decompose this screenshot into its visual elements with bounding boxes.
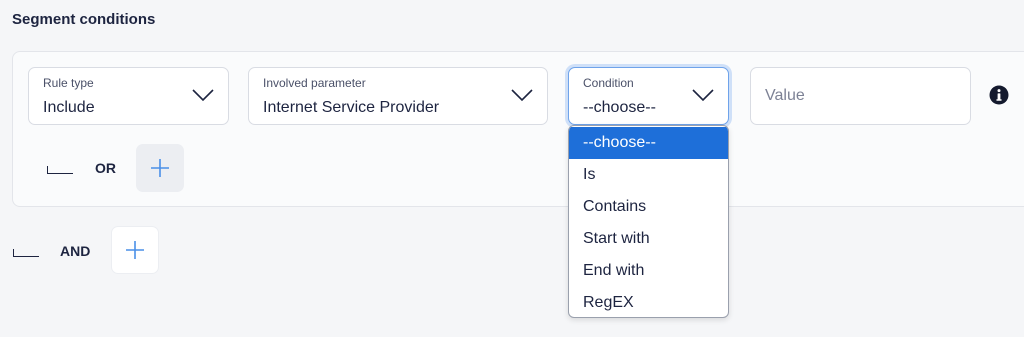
chevron-down-icon bbox=[692, 89, 714, 102]
add-and-condition-button[interactable] bbox=[111, 226, 159, 274]
condition-value: --choose-- bbox=[583, 99, 656, 116]
involved-parameter-label: Involved parameter bbox=[263, 76, 366, 90]
and-label: AND bbox=[60, 243, 91, 259]
condition-dropdown-list: --choose-- Is Contains Start with End wi… bbox=[568, 125, 729, 318]
info-icon[interactable] bbox=[989, 85, 1009, 105]
condition-select[interactable]: Condition --choose-- bbox=[568, 67, 729, 125]
condition-option-is[interactable]: Is bbox=[569, 159, 728, 191]
section-title: Segment conditions bbox=[12, 11, 156, 28]
condition-option-choose[interactable]: --choose-- bbox=[569, 127, 728, 159]
condition-label: Condition bbox=[583, 76, 634, 90]
chevron-down-icon bbox=[511, 89, 533, 102]
rule-type-label: Rule type bbox=[43, 76, 94, 90]
value-input[interactable]: Value bbox=[750, 67, 971, 125]
rule-type-select[interactable]: Rule type Include bbox=[28, 67, 229, 125]
involved-parameter-value: Internet Service Provider bbox=[263, 99, 440, 116]
involved-parameter-select[interactable]: Involved parameter Internet Service Prov… bbox=[248, 67, 548, 125]
chevron-down-icon bbox=[192, 89, 214, 102]
tree-connector-icon bbox=[47, 166, 73, 174]
or-label: OR bbox=[95, 160, 116, 176]
rule-type-value: Include bbox=[43, 99, 95, 116]
tree-connector-icon bbox=[13, 249, 39, 257]
value-placeholder: Value bbox=[765, 87, 805, 104]
condition-option-regex[interactable]: RegEX bbox=[569, 287, 728, 317]
add-or-condition-button[interactable] bbox=[136, 144, 184, 192]
condition-option-start-with[interactable]: Start with bbox=[569, 223, 728, 255]
condition-option-contains[interactable]: Contains bbox=[569, 191, 728, 223]
condition-option-end-with[interactable]: End with bbox=[569, 255, 728, 287]
plus-icon bbox=[151, 159, 169, 177]
plus-icon bbox=[126, 241, 144, 259]
